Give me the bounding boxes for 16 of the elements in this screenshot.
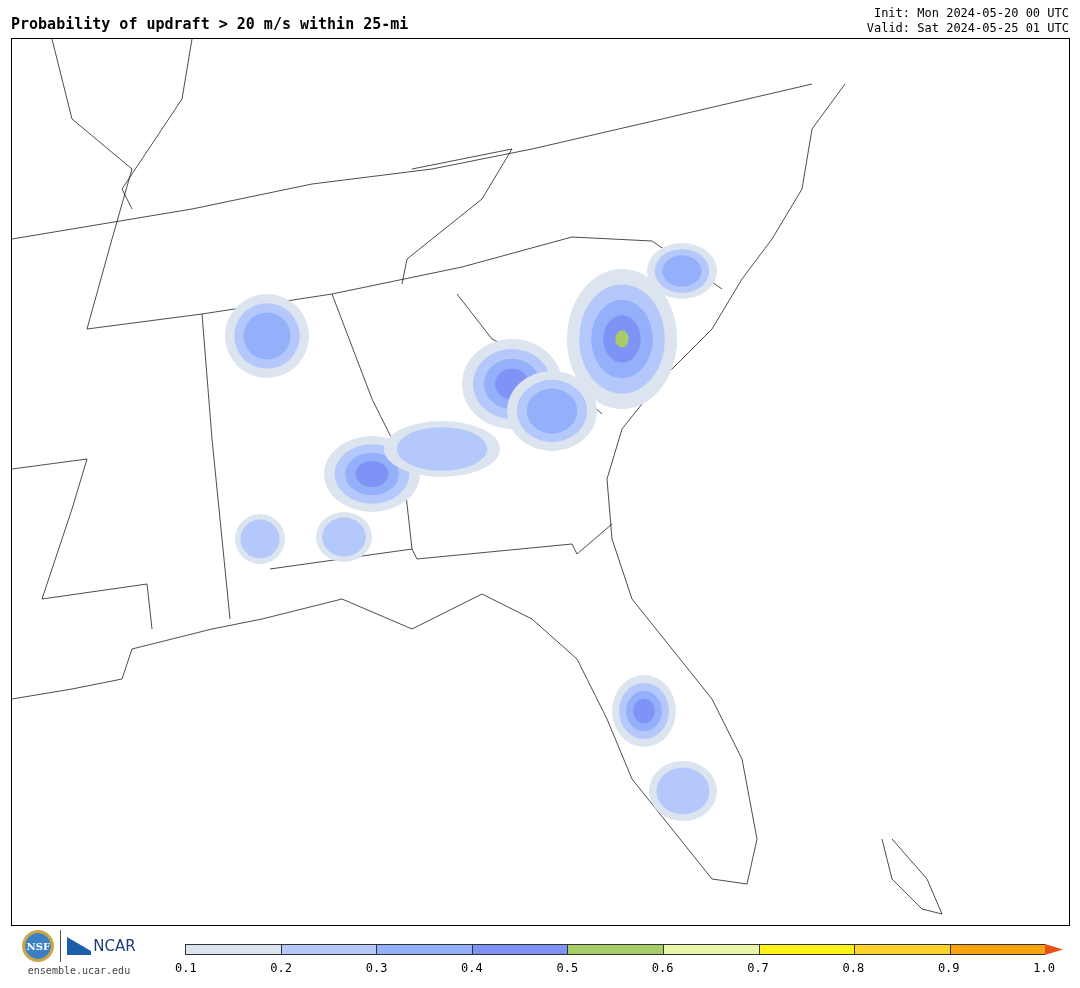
chart-title: Probability of updraft > 20 m/s within 25-mi (11, 15, 409, 35)
scale-tick-label: 0.1 (175, 961, 197, 975)
scale-tick-label: 0.7 (747, 961, 769, 975)
scale-tick-label: 0.2 (270, 961, 293, 975)
scale-tick-label: 1.0 (1033, 961, 1055, 975)
init-time: Init: Mon 2024-05-20 00 UTC (873, 6, 1069, 21)
scale-tick-label: 0.9 (937, 961, 960, 975)
website-url: ensemble.ucar.edu (27, 965, 131, 976)
scale-tick-label: 0.4 (461, 961, 483, 975)
scale-tick-label: 0.8 (842, 961, 865, 975)
valid-time: Valid: Sat 2024-05-25 01 UTC (866, 21, 1069, 36)
scale-tick-label: 0.3 (365, 961, 388, 975)
nsf-logo: NSF (22, 930, 55, 962)
scale-tick-label: 0.5 (556, 961, 579, 975)
ncar-logo: NCAR (67, 937, 136, 955)
scale-tick-label: 0.6 (651, 961, 674, 975)
